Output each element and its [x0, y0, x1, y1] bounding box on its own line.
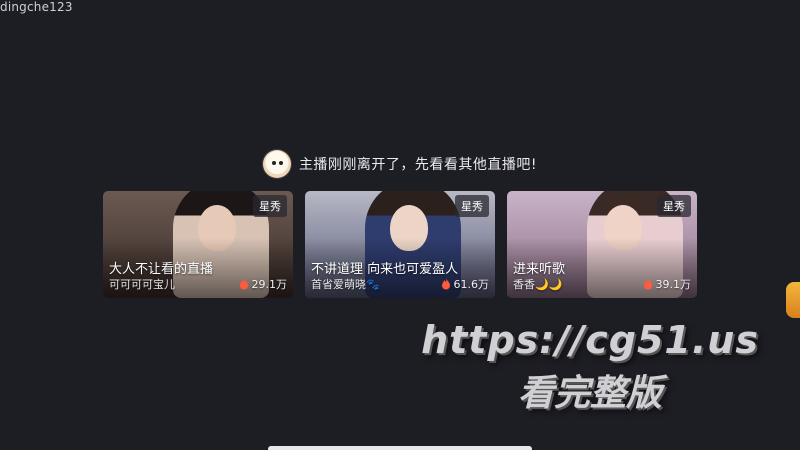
viewer-count: 39.1万 [643, 276, 692, 292]
host-offline-notice: 主播刚刚离开了，先看看其他直播吧! [0, 150, 800, 178]
flame-icon [239, 278, 248, 290]
category-badge: 星秀 [657, 195, 691, 217]
stream-title: 进来听歌 [513, 262, 566, 277]
stream-card[interactable]: 星秀 不讲道理 向来也可爱盈人 首省爱萌晓🐾 61.6万 [305, 191, 495, 298]
host-name: 首省爱萌晓🐾 [311, 278, 380, 291]
viewer-count-value: 29.1万 [251, 278, 288, 291]
category-badge: 星秀 [253, 195, 287, 217]
user-id-label: dingche123 [0, 0, 73, 14]
viewer-count-value: 39.1万 [655, 278, 692, 291]
flame-icon [643, 278, 652, 290]
watermark: https://cg51.us 看完整版 [400, 318, 780, 416]
watermark-url: https://cg51.us [421, 318, 759, 362]
recommended-streams: 星秀 大人不让看的直播 可可可可宝儿 29.1万 星秀 不讲道理 向来也可爱盈人… [103, 191, 697, 298]
stream-card[interactable]: 星秀 进来听歌 香香🌙🌙 39.1万 [507, 191, 697, 298]
notice-text: 主播刚刚离开了，先看看其他直播吧! [298, 157, 538, 173]
host-name: 可可可可宝儿 [109, 278, 175, 291]
viewer-count-value: 61.6万 [453, 278, 490, 291]
host-name: 香香🌙🌙 [513, 278, 563, 291]
viewer-count: 29.1万 [239, 276, 288, 292]
category-badge: 星秀 [455, 195, 489, 217]
host-avatar-icon [262, 150, 291, 178]
home-indicator [268, 446, 532, 450]
stream-card[interactable]: 星秀 大人不让看的直播 可可可可宝儿 29.1万 [103, 191, 293, 298]
floating-gift-icon[interactable] [786, 282, 800, 318]
viewer-count: 61.6万 [441, 276, 490, 292]
watermark-subtitle: 看完整版 [517, 373, 662, 414]
stream-title: 不讲道理 向来也可爱盈人 [311, 262, 459, 277]
flame-icon [441, 278, 450, 290]
stream-title: 大人不让看的直播 [109, 262, 214, 277]
